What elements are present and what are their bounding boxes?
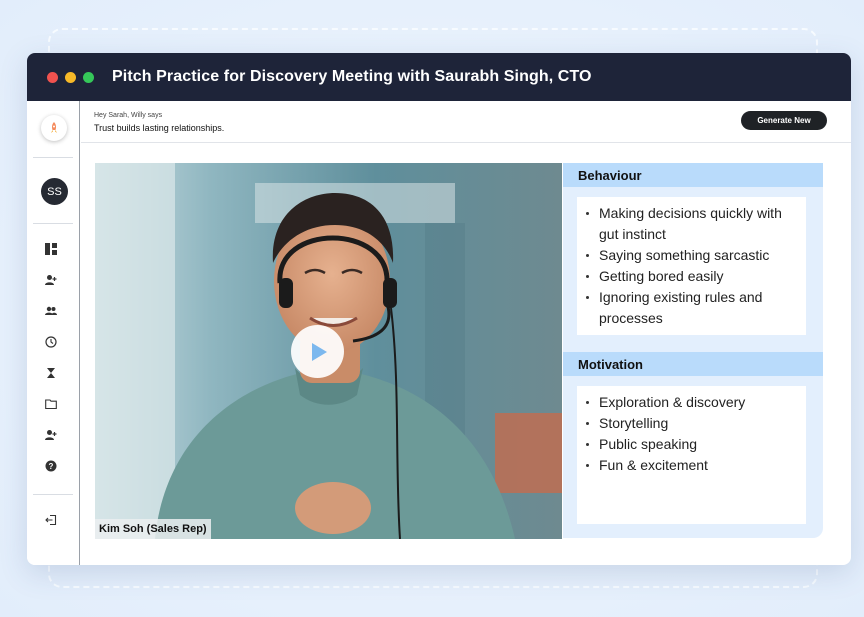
add-user-icon[interactable]	[44, 273, 58, 287]
list-item: Making decisions quickly with gut instin…	[585, 203, 800, 245]
rocket-logo-icon	[51, 122, 57, 133]
behaviour-heading: Behaviour	[563, 163, 823, 187]
behaviour-list: Making decisions quickly with gut instin…	[577, 197, 806, 329]
list-item: Exploration & discovery	[585, 392, 800, 413]
user-plus-icon[interactable]	[44, 428, 58, 442]
behaviour-card: Making decisions quickly with gut instin…	[577, 197, 806, 335]
logout-icon[interactable]	[44, 513, 58, 527]
help-icon[interactable]: ?	[44, 459, 58, 473]
persona-panel: Behaviour Making decisions quickly with …	[563, 163, 823, 538]
generate-new-button[interactable]: Generate New	[741, 111, 827, 130]
hourglass-icon[interactable]	[44, 366, 58, 380]
sidebar-divider	[33, 223, 73, 224]
greeting-text: Hey Sarah, Willy says	[94, 112, 163, 119]
svg-text:?: ?	[49, 462, 54, 471]
folder-icon[interactable]	[44, 397, 58, 411]
minimize-window-button[interactable]	[65, 71, 76, 83]
users-icon[interactable]	[44, 304, 58, 318]
list-item: Ignoring existing rules and processes	[585, 287, 800, 329]
list-item: Fun & excitement	[585, 455, 800, 476]
sidebar-divider	[33, 494, 73, 495]
list-item: Saying something sarcastic	[585, 245, 800, 266]
close-window-button[interactable]	[47, 71, 58, 83]
title-bar: Pitch Practice for Discovery Meeting wit…	[27, 53, 851, 101]
motivation-heading: Motivation	[563, 352, 823, 376]
app-logo[interactable]	[41, 115, 67, 141]
video-player[interactable]: Kim Soh (Sales Rep)	[95, 163, 562, 539]
maximize-window-button[interactable]	[83, 71, 94, 83]
motivation-card: Exploration & discovery Storytelling Pub…	[577, 386, 806, 524]
play-button[interactable]	[291, 325, 344, 378]
sidebar: SS ?	[27, 101, 80, 565]
window-title: Pitch Practice for Discovery Meeting wit…	[112, 68, 592, 85]
sidebar-divider	[33, 157, 73, 158]
app-window: Pitch Practice for Discovery Meeting wit…	[27, 53, 851, 565]
play-icon	[311, 342, 327, 361]
dashboard-icon[interactable]	[44, 242, 58, 256]
participant-caption: Kim Soh (Sales Rep)	[95, 519, 211, 539]
list-item: Getting bored easily	[585, 266, 800, 287]
list-item: Storytelling	[585, 413, 800, 434]
list-item: Public speaking	[585, 434, 800, 455]
motivation-list: Exploration & discovery Storytelling Pub…	[577, 386, 806, 476]
quote-text: Trust builds lasting relationships.	[94, 123, 225, 133]
clock-icon[interactable]	[44, 335, 58, 349]
user-avatar[interactable]: SS	[41, 178, 68, 205]
greeting-bar: Hey Sarah, Willy says Trust builds lasti…	[81, 101, 851, 143]
